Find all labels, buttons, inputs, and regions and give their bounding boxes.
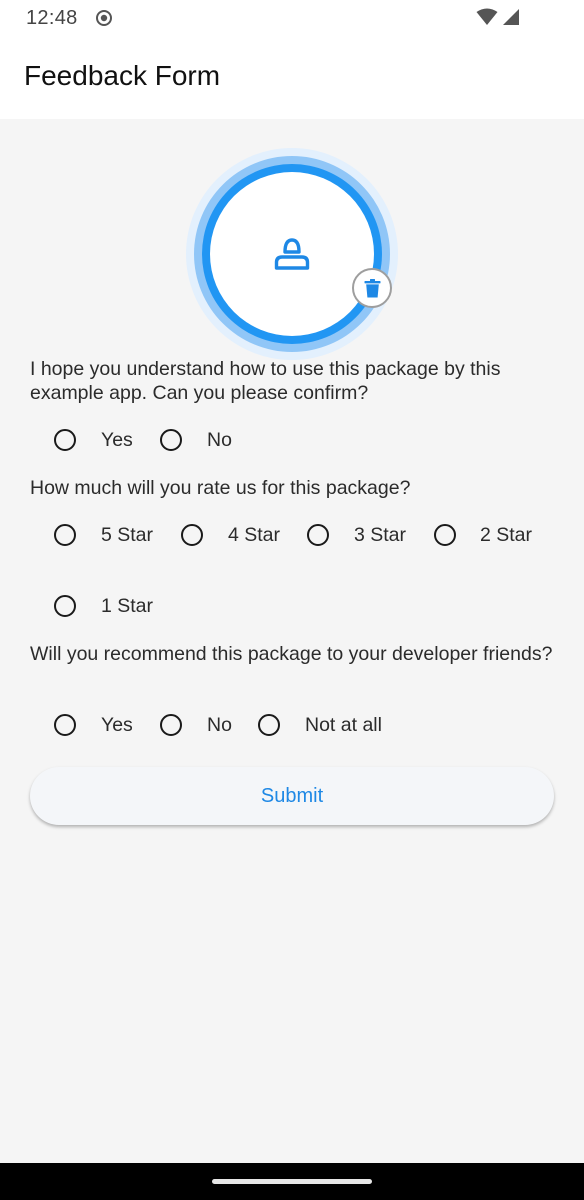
- person-icon: [274, 238, 310, 270]
- option-label-rating-2-star: 2 Star: [480, 524, 533, 546]
- radio-recommend-no[interactable]: [160, 714, 182, 736]
- radio-confirm-no[interactable]: [160, 429, 182, 451]
- option-label-recommend-yes: Yes: [101, 714, 133, 736]
- status-bar: 12:48: [0, 0, 584, 36]
- status-time: 12:48: [26, 7, 78, 29]
- option-label-recommend-no: No: [207, 714, 232, 736]
- option-label-confirm-no: No: [207, 429, 232, 451]
- option-label-rating-5-star: 5 Star: [101, 524, 154, 546]
- question-rating: How much will you rate us for this packa…: [30, 477, 411, 499]
- radio-rating-1-star[interactable]: [54, 595, 76, 617]
- wifi-icon: [476, 8, 498, 25]
- option-label-rating-3-star: 3 Star: [354, 524, 407, 546]
- screen-record-icon: [96, 10, 112, 26]
- submit-button[interactable]: Submit: [30, 767, 554, 825]
- radio-rating-5-star[interactable]: [54, 524, 76, 546]
- radio-rating-3-star[interactable]: [307, 524, 329, 546]
- radio-rating-2-star[interactable]: [434, 524, 456, 546]
- cell-signal-icon: [503, 9, 519, 25]
- page-title: Feedback Form: [24, 60, 221, 91]
- option-label-confirm-yes: Yes: [101, 429, 133, 451]
- question-confirm: I hope you understand how to use this pa…: [30, 358, 501, 404]
- radio-rating-4-star[interactable]: [181, 524, 203, 546]
- navigation-bar: [0, 1163, 584, 1200]
- option-label-recommend-not-at-all: Not at all: [305, 714, 382, 736]
- app-bar: Feedback Form: [0, 36, 584, 119]
- trash-icon: [364, 279, 381, 298]
- radio-recommend-yes[interactable]: [54, 714, 76, 736]
- delete-photo-button[interactable]: [352, 268, 392, 308]
- home-gesture-handle[interactable]: [212, 1179, 372, 1184]
- option-label-rating-1-star: 1 Star: [101, 595, 154, 617]
- option-label-rating-4-star: 4 Star: [228, 524, 281, 546]
- avatar[interactable]: [186, 148, 398, 360]
- radio-confirm-yes[interactable]: [54, 429, 76, 451]
- question-recommend: Will you recommend this package to your …: [30, 643, 553, 665]
- radio-recommend-not-at-all[interactable]: [258, 714, 280, 736]
